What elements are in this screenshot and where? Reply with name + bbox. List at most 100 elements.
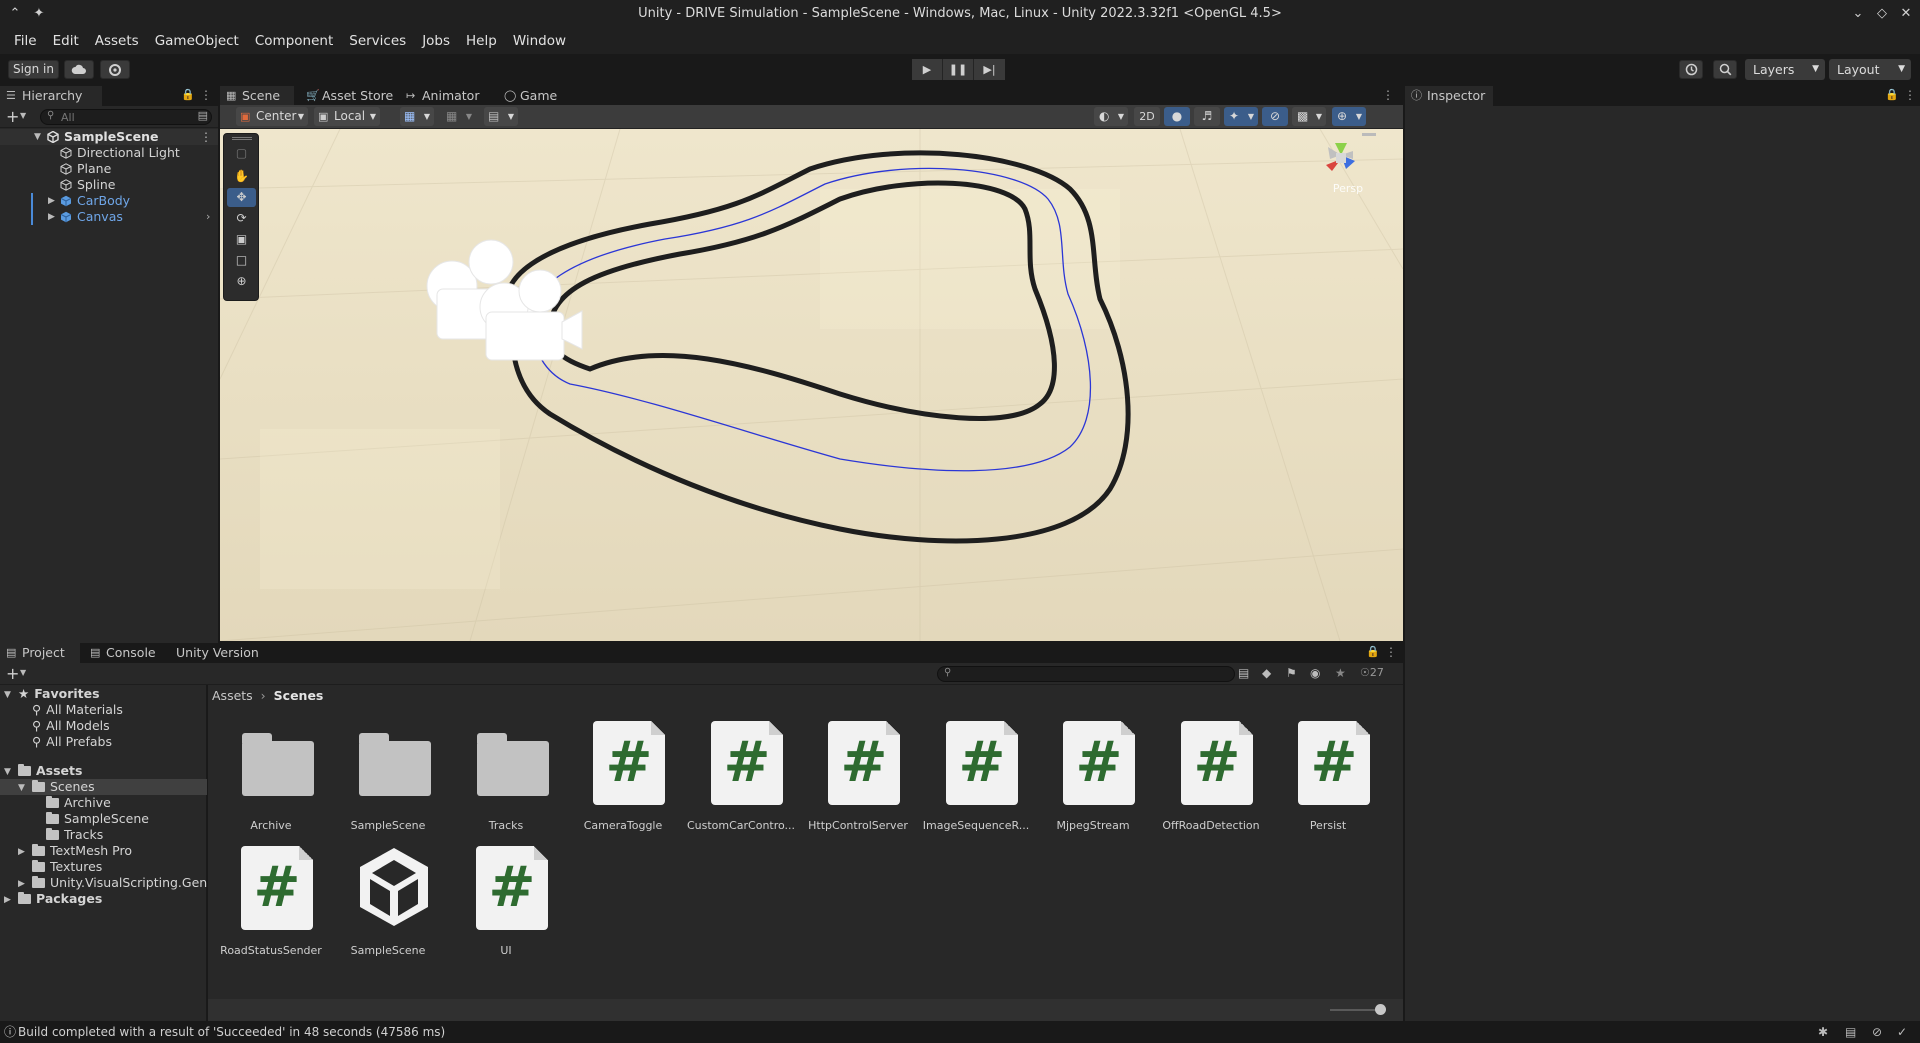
toggle-2d-button[interactable]: 2D: [1134, 107, 1160, 126]
expand-arrow-icon[interactable]: ▶: [48, 209, 55, 225]
expand-arrow-icon[interactable]: ▼: [34, 129, 41, 145]
add-icon[interactable]: +: [6, 664, 19, 683]
packages-root[interactable]: Packages: [18, 891, 102, 907]
favorites-header[interactable]: ★ Favorites: [18, 686, 100, 702]
more-options-icon[interactable]: ⋮: [200, 88, 212, 102]
asset-item[interactable]: SampleScene: [329, 844, 447, 964]
rotate-tool-button[interactable]: ⟳: [227, 209, 256, 228]
status-message[interactable]: Build completed with a result of 'Succee…: [18, 1025, 445, 1039]
asset-item[interactable]: # RoadStatusSender: [212, 844, 330, 964]
menu-file[interactable]: File: [6, 28, 45, 54]
tab-inspector[interactable]: ⓘ Inspector: [1405, 86, 1493, 106]
more-options-icon[interactable]: ⋮: [1904, 88, 1916, 102]
favorite-all-materials[interactable]: ⚲ All Materials: [32, 702, 123, 718]
tab-game[interactable]: ◯ Game: [498, 86, 570, 106]
orientation-gizmo[interactable]: [1308, 129, 1388, 219]
expand-arrow-icon[interactable]: ▶: [48, 193, 55, 209]
log-types-icon[interactable]: ◉: [1310, 666, 1320, 680]
hierarchy-item-canvas[interactable]: Canvas: [60, 209, 123, 225]
play-button[interactable]: ▶: [912, 59, 943, 80]
hierarchy-item-plane[interactable]: Plane: [60, 161, 111, 177]
tab-version-control[interactable]: Unity Version Control: [154, 643, 304, 680]
menu-services[interactable]: Services: [341, 28, 414, 54]
asset-item[interactable]: # ImageSequenceR...: [917, 719, 1035, 839]
assets-root[interactable]: Assets: [18, 763, 82, 779]
more-options-icon[interactable]: ⋮: [1382, 88, 1394, 102]
maximize-icon[interactable]: ◇: [1873, 5, 1891, 23]
layout-dropdown[interactable]: Layout ▼: [1829, 59, 1911, 80]
tree-item-textures[interactable]: Textures: [32, 859, 102, 875]
expand-arrow-icon[interactable]: ▼: [4, 767, 11, 777]
asset-item[interactable]: SampleScene: [329, 719, 447, 839]
breadcrumb-assets[interactable]: Assets: [212, 688, 253, 703]
asset-item[interactable]: # UI: [447, 844, 565, 964]
tree-item-textmesh-pro[interactable]: TextMesh Pro: [32, 843, 132, 859]
menu-gameobject[interactable]: GameObject: [147, 28, 247, 54]
add-icon[interactable]: +: [6, 107, 19, 126]
chevron-down-icon[interactable]: ▼: [20, 668, 26, 677]
projection-label[interactable]: Persp: [1328, 182, 1368, 195]
search-by-label-icon[interactable]: ◆: [1262, 666, 1271, 680]
menu-jobs[interactable]: Jobs: [414, 28, 458, 54]
asset-item[interactable]: # MjpegStream: [1034, 719, 1152, 839]
favorite-all-models[interactable]: ⚲ All Models: [32, 718, 110, 734]
icon-size-slider[interactable]: [1330, 1009, 1380, 1011]
asset-item[interactable]: # Persist: [1269, 719, 1387, 839]
tag-icon[interactable]: ⚑: [1286, 666, 1297, 680]
tree-item-tracks[interactable]: Tracks: [46, 827, 103, 843]
expand-arrow-icon[interactable]: ▶: [18, 879, 25, 889]
hand-tool-button[interactable]: ✋: [227, 167, 256, 186]
hierarchy-item-carbody[interactable]: CarBody: [60, 193, 130, 209]
chevron-right-icon[interactable]: ›: [206, 209, 210, 225]
expand-arrow-icon[interactable]: ▶: [4, 895, 11, 905]
menu-window[interactable]: Window: [505, 28, 574, 54]
menu-edit[interactable]: Edit: [45, 28, 87, 54]
hierarchy-item-spline[interactable]: Spline: [60, 177, 115, 193]
asset-item[interactable]: # CustomCarContro...: [682, 719, 800, 839]
scene-render[interactable]: [220, 129, 1403, 641]
expand-arrow-icon[interactable]: ▼: [18, 783, 25, 793]
view-tool-button[interactable]: ▢: [227, 144, 256, 163]
audio-toggle[interactable]: ♬: [1194, 107, 1220, 126]
tree-item-scenes[interactable]: Scenes: [32, 779, 95, 795]
menu-assets[interactable]: Assets: [87, 28, 147, 54]
pivot-dropdown[interactable]: ▣ Center ▼: [236, 107, 308, 126]
rect-tool-button[interactable]: □: [227, 251, 256, 270]
transform-tool-button[interactable]: ⊕: [227, 272, 256, 291]
drag-handle-icon[interactable]: [232, 137, 252, 140]
network-icon[interactable]: ⊘: [1872, 1021, 1882, 1043]
sign-in-button[interactable]: Sign in: [8, 60, 59, 79]
check-icon[interactable]: ✓: [1897, 1021, 1907, 1043]
tab-project[interactable]: ▤ Project: [0, 643, 80, 663]
lock-icon[interactable]: 🔒: [1366, 645, 1380, 658]
undo-history-button[interactable]: [1679, 60, 1703, 79]
step-button[interactable]: ▶|: [974, 59, 1005, 80]
lock-icon[interactable]: 🔒: [181, 88, 195, 101]
cloud-button[interactable]: [64, 60, 94, 79]
move-tool-button[interactable]: ✥: [227, 188, 256, 207]
tab-animator[interactable]: ↦ Animator: [400, 86, 490, 106]
scene-row[interactable]: ▼ SampleScene ⋮: [0, 129, 218, 145]
tab-asset-store[interactable]: 🛒 Asset Store: [300, 86, 396, 106]
favorite-all-prefabs[interactable]: ⚲ All Prefabs: [32, 734, 112, 750]
slider-handle[interactable]: [1375, 1004, 1386, 1015]
hidden-objects-toggle[interactable]: ⊘: [1262, 107, 1288, 126]
search-button[interactable]: [1713, 60, 1737, 79]
collab-button[interactable]: [100, 60, 130, 79]
asset-item[interactable]: # CameraToggle: [564, 719, 682, 839]
tree-item-archive[interactable]: Archive: [46, 795, 111, 811]
scene-viewport[interactable]: Persp: [220, 129, 1403, 641]
pause-button[interactable]: ❚❚: [943, 59, 974, 80]
more-options-icon[interactable]: ⋮: [200, 129, 212, 145]
gizmos-button[interactable]: ⊕ ▼: [1332, 107, 1366, 126]
space-dropdown[interactable]: ▣ Local ▼: [314, 107, 380, 126]
snap-button[interactable]: ▦ ▼: [442, 107, 476, 126]
asset-item[interactable]: # OffRoadDetection: [1152, 719, 1270, 839]
tab-hierarchy[interactable]: ☰ Hierarchy: [0, 86, 102, 106]
asset-item[interactable]: Archive: [212, 719, 330, 839]
project-search[interactable]: ⚲: [937, 666, 1235, 682]
star-icon[interactable]: ★: [1335, 666, 1346, 680]
draw-mode-button[interactable]: ◐ ▼: [1094, 107, 1128, 126]
lock-icon[interactable]: 🔒: [1885, 88, 1899, 101]
camera-settings-button[interactable]: ▩ ▼: [1292, 107, 1326, 126]
